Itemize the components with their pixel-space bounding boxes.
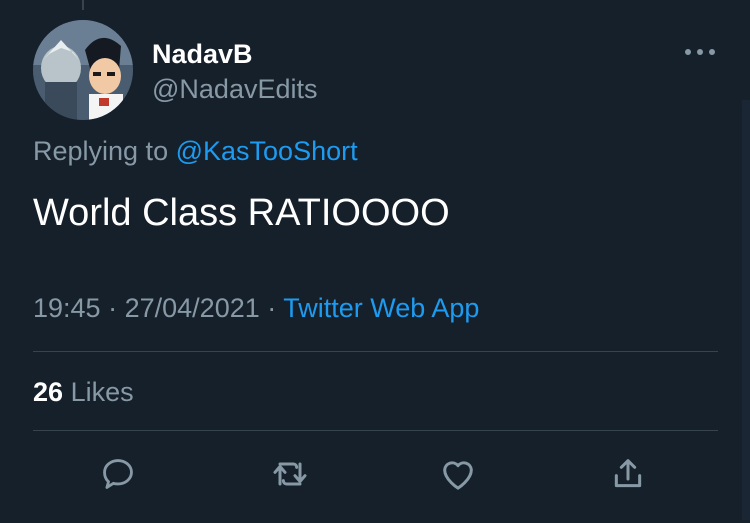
user-handle[interactable]: @NadavEdits: [152, 73, 317, 105]
replying-to-mention-link[interactable]: @KasTooShort: [176, 136, 358, 166]
divider: [33, 430, 718, 431]
share-icon: [614, 459, 642, 488]
separator-dot: ·: [108, 293, 118, 323]
avatar-image: [33, 20, 133, 120]
reply-icon: [103, 459, 133, 489]
avatar[interactable]: [33, 20, 133, 120]
separator-dot: ·: [267, 293, 277, 323]
more-horizontal-icon: [685, 49, 715, 55]
replying-prefix: Replying to: [33, 136, 169, 166]
likes-stat[interactable]: 26 Likes: [33, 376, 134, 408]
tweet-metadata: 19:45 · 27/04/2021 · Twitter Web App: [33, 292, 479, 324]
likes-label: Likes: [70, 377, 134, 407]
divider: [33, 351, 718, 352]
tweet-date[interactable]: 27/04/2021: [125, 293, 260, 323]
tweet-text: World Class RATIOOOO: [33, 192, 450, 234]
tweet-source-link[interactable]: Twitter Web App: [283, 293, 479, 323]
scrollbar[interactable]: [742, 100, 750, 520]
likes-count: 26: [33, 377, 64, 407]
like-button[interactable]: [434, 450, 482, 498]
thread-connector-line: [82, 0, 84, 10]
retweet-button[interactable]: [266, 450, 314, 498]
retweet-icon: [273, 462, 307, 486]
share-button[interactable]: [604, 450, 652, 498]
reply-button[interactable]: [94, 450, 142, 498]
more-options-button[interactable]: [680, 40, 720, 64]
display-name[interactable]: NadavB: [152, 38, 253, 70]
replying-to-line: Replying to @KasTooShort: [33, 135, 358, 167]
tweet-time[interactable]: 19:45: [33, 293, 101, 323]
like-icon: [443, 461, 473, 490]
